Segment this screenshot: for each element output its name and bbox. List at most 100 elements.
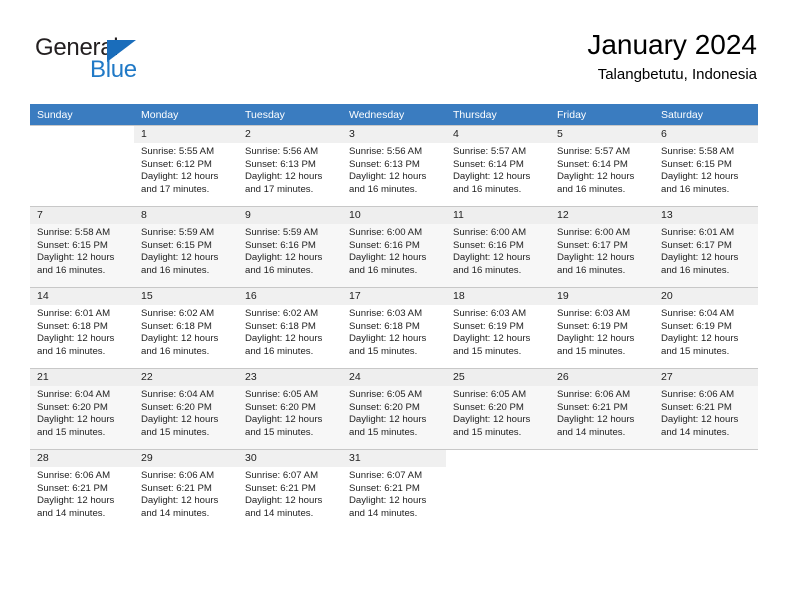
daylight-text-line1: Daylight: 12 hours [141,414,219,426]
calendar-day-cell[interactable]: 15 Sunrise: 6:02 AM Sunset: 6:18 PM Dayligh… [134,287,238,368]
daylight-text-line2: and 16 minutes. [37,345,106,357]
sunset-text: Sunset: 6:19 PM [557,320,628,332]
day-number: 14 [30,288,134,305]
day-details: Sunrise: 6:00 AM Sunset: 6:16 PM Daylight:… [446,224,550,277]
calendar-day-cell-container: 24 Sunrise: 6:05 AM Sunset: 6:20 PM Dayligh… [342,368,446,449]
calendar-day-cell[interactable]: 8 Sunrise: 5:59 AM Sunset: 6:15 PM Daylight… [134,206,238,287]
calendar-day-cell[interactable]: 30 Sunrise: 6:07 AM Sunset: 6:21 PM Dayligh… [238,449,342,530]
sunset-text: Sunset: 6:17 PM [557,239,628,251]
sunrise-text: Sunrise: 6:03 AM [557,308,631,319]
calendar-day-cell-container: 17 Sunrise: 6:03 AM Sunset: 6:18 PM Dayligh… [342,287,446,368]
sunrise-text: Sunrise: 5:59 AM [245,227,319,238]
sunrise-text: Sunrise: 5:56 AM [245,146,319,157]
calendar-day-cell[interactable]: 22 Sunrise: 6:04 AM Sunset: 6:20 PM Dayligh… [134,368,238,449]
daylight-text-line1: Daylight: 12 hours [349,333,427,345]
sunset-text: Sunset: 6:21 PM [557,401,628,413]
calendar-day-cell[interactable]: 9 Sunrise: 5:59 AM Sunset: 6:16 PM Daylight… [238,206,342,287]
calendar-day-cell[interactable]: 29 Sunrise: 6:06 AM Sunset: 6:21 PM Dayligh… [134,449,238,530]
sunrise-text: Sunrise: 6:04 AM [661,308,735,319]
day-details: Sunrise: 6:01 AM Sunset: 6:17 PM Daylight:… [654,224,758,277]
daylight-text-line2: and 17 minutes. [245,183,314,195]
sunrise-text: Sunrise: 5:58 AM [37,227,111,238]
calendar-day-cell[interactable]: 14 Sunrise: 6:01 AM Sunset: 6:18 PM Dayligh… [30,287,134,368]
day-number: 30 [238,450,342,467]
day-details: Sunrise: 6:04 AM Sunset: 6:19 PM Daylight:… [654,305,758,358]
calendar-day-cell[interactable]: 24 Sunrise: 6:05 AM Sunset: 6:20 PM Dayligh… [342,368,446,449]
day-details: Sunrise: 5:59 AM Sunset: 6:15 PM Daylight:… [134,224,238,277]
calendar-day-cell[interactable]: 27 Sunrise: 6:06 AM Sunset: 6:21 PM Dayligh… [654,368,758,449]
sunset-text: Sunset: 6:14 PM [453,158,524,170]
weekday-header-thursday: Thursday [446,104,550,125]
calendar-empty-cell [654,449,758,530]
calendar-day-cell[interactable]: 3 Sunrise: 5:56 AM Sunset: 6:13 PM Daylight… [342,125,446,206]
calendar-day-cell[interactable]: 5 Sunrise: 5:57 AM Sunset: 6:14 PM Daylight… [550,125,654,206]
day-details: Sunrise: 6:07 AM Sunset: 6:21 PM Daylight:… [238,467,342,520]
calendar-day-cell-container: 5 Sunrise: 5:57 AM Sunset: 6:14 PM Daylight… [550,125,654,206]
daylight-text-line2: and 15 minutes. [349,426,418,438]
calendar-day-cell[interactable]: 6 Sunrise: 5:58 AM Sunset: 6:15 PM Daylight… [654,125,758,206]
sunset-text: Sunset: 6:21 PM [141,482,212,494]
day-number: 8 [134,207,238,224]
calendar-day-cell[interactable]: 10 Sunrise: 6:00 AM Sunset: 6:16 PM Dayligh… [342,206,446,287]
daylight-text-line1: Daylight: 12 hours [557,171,635,183]
calendar-day-cell[interactable]: 18 Sunrise: 6:03 AM Sunset: 6:19 PM Dayligh… [446,287,550,368]
general-blue-logo[interactable]: General Blue [35,34,215,90]
day-number: 2 [238,126,342,143]
calendar-day-cell-container: 25 Sunrise: 6:05 AM Sunset: 6:20 PM Dayligh… [446,368,550,449]
sunrise-text: Sunrise: 6:03 AM [453,308,527,319]
calendar-day-cell[interactable]: 17 Sunrise: 6:03 AM Sunset: 6:18 PM Dayligh… [342,287,446,368]
calendar-day-cell[interactable]: 31 Sunrise: 6:07 AM Sunset: 6:21 PM Dayligh… [342,449,446,530]
day-number: 12 [550,207,654,224]
calendar-day-cell[interactable]: 23 Sunrise: 6:05 AM Sunset: 6:20 PM Dayligh… [238,368,342,449]
calendar-day-cell[interactable]: 21 Sunrise: 6:04 AM Sunset: 6:20 PM Dayligh… [30,368,134,449]
page-header: General Blue January 2024 Talangbetutu, … [0,0,792,104]
daylight-text-line2: and 16 minutes. [453,264,522,276]
calendar-day-cell[interactable]: 28 Sunrise: 6:06 AM Sunset: 6:21 PM Dayligh… [30,449,134,530]
calendar-week-row: 14 Sunrise: 6:01 AM Sunset: 6:18 PM Dayligh… [30,287,758,368]
day-details: Sunrise: 6:03 AM Sunset: 6:18 PM Daylight:… [342,305,446,358]
calendar-body: 1 Sunrise: 5:55 AM Sunset: 6:12 PM Daylight… [30,125,758,530]
calendar-day-cell[interactable]: 12 Sunrise: 6:00 AM Sunset: 6:17 PM Dayligh… [550,206,654,287]
daylight-text-line2: and 15 minutes. [661,345,730,357]
day-details: Sunrise: 6:06 AM Sunset: 6:21 PM Daylight:… [654,386,758,439]
calendar-day-cell[interactable]: 19 Sunrise: 6:03 AM Sunset: 6:19 PM Dayligh… [550,287,654,368]
daylight-text-line1: Daylight: 12 hours [453,333,531,345]
calendar-day-cell[interactable]: 4 Sunrise: 5:57 AM Sunset: 6:14 PM Daylight… [446,125,550,206]
day-details: Sunrise: 6:05 AM Sunset: 6:20 PM Daylight:… [238,386,342,439]
daylight-text-line1: Daylight: 12 hours [661,333,739,345]
day-number: 1 [134,126,238,143]
calendar-day-cell[interactable]: 13 Sunrise: 6:01 AM Sunset: 6:17 PM Dayligh… [654,206,758,287]
sunset-text: Sunset: 6:12 PM [141,158,212,170]
calendar-day-cell[interactable]: 20 Sunrise: 6:04 AM Sunset: 6:19 PM Dayligh… [654,287,758,368]
daylight-text-line1: Daylight: 12 hours [37,252,115,264]
daylight-text-line1: Daylight: 12 hours [349,171,427,183]
daylight-text-line2: and 15 minutes. [557,345,626,357]
calendar-day-cell[interactable]: 1 Sunrise: 5:55 AM Sunset: 6:12 PM Daylight… [134,125,238,206]
day-number: 10 [342,207,446,224]
day-details: Sunrise: 6:05 AM Sunset: 6:20 PM Daylight:… [446,386,550,439]
daylight-text-line2: and 14 minutes. [141,507,210,519]
day-number: 15 [134,288,238,305]
sunset-text: Sunset: 6:20 PM [453,401,524,413]
sunrise-text: Sunrise: 6:07 AM [349,470,423,481]
calendar-day-cell[interactable]: 11 Sunrise: 6:00 AM Sunset: 6:16 PM Dayligh… [446,206,550,287]
sunset-text: Sunset: 6:16 PM [245,239,316,251]
calendar-day-cell[interactable]: 16 Sunrise: 6:02 AM Sunset: 6:18 PM Dayligh… [238,287,342,368]
day-number: 23 [238,369,342,386]
daylight-text-line2: and 14 minutes. [37,507,106,519]
calendar-day-cell[interactable]: 25 Sunrise: 6:05 AM Sunset: 6:20 PM Dayligh… [446,368,550,449]
calendar-day-cell[interactable]: 2 Sunrise: 5:56 AM Sunset: 6:13 PM Daylight… [238,125,342,206]
calendar-day-cell-container: 7 Sunrise: 5:58 AM Sunset: 6:15 PM Daylight… [30,206,134,287]
calendar-day-cell[interactable]: 7 Sunrise: 5:58 AM Sunset: 6:15 PM Daylight… [30,206,134,287]
sunset-text: Sunset: 6:18 PM [141,320,212,332]
calendar-day-cell[interactable]: 26 Sunrise: 6:06 AM Sunset: 6:21 PM Dayligh… [550,368,654,449]
daylight-text-line2: and 16 minutes. [349,183,418,195]
calendar-day-cell-container: 31 Sunrise: 6:07 AM Sunset: 6:21 PM Dayligh… [342,449,446,530]
sunset-text: Sunset: 6:21 PM [661,401,732,413]
daylight-text-line2: and 16 minutes. [557,264,626,276]
calendar-day-cell-container: 2 Sunrise: 5:56 AM Sunset: 6:13 PM Daylight… [238,125,342,206]
calendar-day-cell-container: 21 Sunrise: 6:04 AM Sunset: 6:20 PM Dayligh… [30,368,134,449]
daylight-text-line1: Daylight: 12 hours [661,252,739,264]
sunset-text: Sunset: 6:15 PM [141,239,212,251]
day-number: 20 [654,288,758,305]
